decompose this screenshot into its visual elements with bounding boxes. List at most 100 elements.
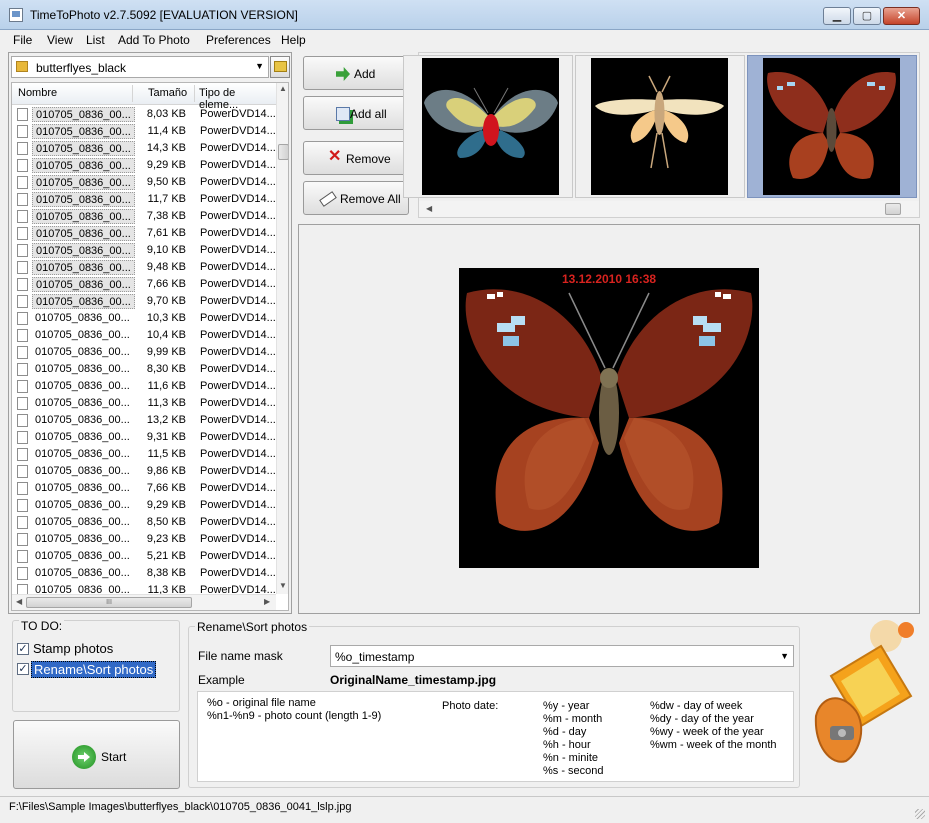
file-row[interactable]: 010705_0836_00... 11,4 KB PowerDVD14...	[12, 123, 276, 140]
thumbnail-3-selected[interactable]	[747, 55, 917, 198]
maximize-button[interactable]: ▢	[853, 7, 881, 25]
file-row[interactable]: 010705_0836_00... 7,66 KB PowerDVD14...	[12, 480, 276, 497]
browse-folder-button[interactable]	[270, 56, 290, 78]
menu-add-to-photo[interactable]: Add To Photo	[118, 33, 190, 47]
file-row[interactable]: 010705_0836_00... 5,21 KB PowerDVD14...	[12, 548, 276, 565]
hscroll-thumb[interactable]: III	[26, 597, 192, 608]
help-line: %d - day	[543, 726, 587, 738]
file-row[interactable]: 010705_0836_00... 9,10 KB PowerDVD14...	[12, 242, 276, 259]
file-row[interactable]: 010705_0836_00... 8,03 KB PowerDVD14...	[12, 106, 276, 123]
chevron-down-icon[interactable]: ▼	[255, 61, 264, 71]
remove-all-button[interactable]: Remove All	[303, 181, 409, 215]
stamp-photos-checkbox[interactable]: ✓	[17, 643, 29, 655]
vertical-scrollbar[interactable]: ▲ ▼	[276, 83, 288, 594]
thumbnail-1[interactable]	[403, 55, 573, 198]
file-name: 010705_0836_00...	[35, 346, 130, 358]
file-row[interactable]: 010705_0836_00... 9,29 KB PowerDVD14...	[12, 497, 276, 514]
file-name-mask-select[interactable]: %o_timestamp ▼	[330, 645, 794, 667]
menu-view[interactable]: View	[47, 33, 73, 47]
file-row[interactable]: 010705_0836_00... 9,50 KB PowerDVD14...	[12, 174, 276, 191]
thumbnail-scroll-thumb[interactable]	[885, 203, 901, 215]
help-line: %n1-%n9 - photo count (length 1-9)	[207, 710, 382, 722]
file-row[interactable]: 010705_0836_00... 11,3 KB PowerDVD14...	[12, 395, 276, 412]
file-size: 14,3 KB	[146, 142, 186, 154]
file-row[interactable]: 010705_0836_00... 7,38 KB PowerDVD14...	[12, 208, 276, 225]
add-all-button[interactable]: Add all	[303, 96, 409, 130]
chevron-down-icon[interactable]: ▼	[780, 651, 789, 661]
file-type: PowerDVD14...	[200, 482, 276, 494]
rename-sort-checkbox[interactable]: ✓	[17, 663, 29, 675]
file-row[interactable]: 010705_0836_00... 10,4 KB PowerDVD14...	[12, 327, 276, 344]
file-row[interactable]: 010705_0836_00... 13,2 KB PowerDVD14...	[12, 412, 276, 429]
file-row[interactable]: 010705_0836_00... 11,6 KB PowerDVD14...	[12, 378, 276, 395]
file-name: 010705_0836_00...	[35, 550, 130, 562]
file-type: PowerDVD14...	[200, 210, 276, 222]
file-type: PowerDVD14...	[200, 278, 276, 290]
file-icon	[17, 125, 28, 138]
file-row[interactable]: 010705_0836_00... 11,7 KB PowerDVD14...	[12, 191, 276, 208]
file-list[interactable]: Nombre Tamaño Tipo de eleme... 010705_08…	[11, 82, 289, 611]
file-icon	[17, 431, 28, 444]
file-size: 9,29 KB	[146, 159, 186, 171]
file-row[interactable]: 010705_0836_00... 9,70 KB PowerDVD14...	[12, 293, 276, 310]
scroll-up-icon[interactable]: ▲	[279, 84, 287, 93]
file-row[interactable]: 010705_0836_00... 9,23 KB PowerDVD14...	[12, 531, 276, 548]
thumbnail-2[interactable]	[575, 55, 745, 198]
file-icon	[17, 210, 28, 223]
scroll-left-icon[interactable]: ◀	[426, 204, 432, 213]
file-name: 010705_0836_00...	[32, 260, 135, 275]
file-row[interactable]: 010705_0836_00... 7,66 KB PowerDVD14...	[12, 276, 276, 293]
file-size: 10,3 KB	[146, 312, 186, 324]
todo-group: TO DO: ✓ Stamp photos ✓ Rename\Sort phot…	[12, 619, 180, 712]
file-type: PowerDVD14...	[200, 397, 276, 409]
menu-file[interactable]: File	[13, 33, 32, 47]
menu-help[interactable]: Help	[281, 33, 306, 47]
file-icon	[17, 414, 28, 427]
scroll-thumb[interactable]	[278, 144, 288, 160]
file-row[interactable]: 010705_0836_00... 9,29 KB PowerDVD14...	[12, 157, 276, 174]
file-row[interactable]: 010705_0836_00... 8,50 KB PowerDVD14...	[12, 514, 276, 531]
menu-list[interactable]: List	[86, 33, 105, 47]
file-type: PowerDVD14...	[200, 380, 276, 392]
file-row[interactable]: 010705_0836_00... 14,3 KB PowerDVD14...	[12, 140, 276, 157]
file-row[interactable]: 010705_0836_00... 7,61 KB PowerDVD14...	[12, 225, 276, 242]
file-row[interactable]: 010705_0836_00... 9,31 KB PowerDVD14...	[12, 429, 276, 446]
menu-preferences[interactable]: Preferences	[206, 33, 271, 47]
scroll-right-icon[interactable]: ▶	[264, 597, 270, 606]
folder-select[interactable]: butterflyes_black ▼	[11, 56, 269, 78]
file-row[interactable]: 010705_0836_00... 9,86 KB PowerDVD14...	[12, 463, 276, 480]
file-name: 010705_0836_00...	[32, 209, 135, 224]
scroll-down-icon[interactable]: ▼	[279, 581, 287, 590]
file-type: PowerDVD14...	[200, 176, 276, 188]
column-size[interactable]: Tamaño	[148, 87, 187, 99]
folder-name: butterflyes_black	[36, 61, 127, 75]
close-button[interactable]: ✕	[883, 7, 920, 25]
eraser-icon	[319, 191, 337, 207]
file-row[interactable]: 010705_0836_00... 8,30 KB PowerDVD14...	[12, 361, 276, 378]
column-name[interactable]: Nombre	[18, 87, 57, 99]
rename-sort-label[interactable]: Rename\Sort photos	[31, 661, 157, 678]
file-name: 010705_0836_00...	[35, 397, 130, 409]
file-row[interactable]: 010705_0836_00... 10,3 KB PowerDVD14...	[12, 310, 276, 327]
file-type: PowerDVD14...	[200, 431, 276, 443]
thumbnail-scrollbar[interactable]: ◀	[419, 201, 919, 217]
file-row[interactable]: 010705_0836_00... 8,38 KB PowerDVD14...	[12, 565, 276, 582]
status-path: F:\Files\Sample Images\butterflyes_black…	[9, 801, 352, 813]
file-size: 9,29 KB	[146, 499, 186, 511]
remove-button[interactable]: ✕ Remove	[303, 141, 409, 175]
file-type: PowerDVD14...	[200, 465, 276, 477]
horizontal-scrollbar[interactable]: ◀ III ▶	[12, 594, 276, 610]
file-name: 010705_0836_00...	[35, 312, 130, 324]
file-row[interactable]: 010705_0836_00... 9,48 KB PowerDVD14...	[12, 259, 276, 276]
minimize-button[interactable]: ▁	[823, 7, 851, 25]
help-line: %h - hour	[543, 739, 591, 751]
file-size: 9,23 KB	[146, 533, 186, 545]
add-button[interactable]: Add	[303, 56, 409, 90]
file-row[interactable]: 010705_0836_00... 9,99 KB PowerDVD14...	[12, 344, 276, 361]
scroll-left-icon[interactable]: ◀	[16, 597, 22, 606]
start-button[interactable]: Start	[13, 720, 180, 789]
resize-grip-icon[interactable]	[915, 809, 925, 819]
file-row[interactable]: 010705_0836_00... 11,5 KB PowerDVD14...	[12, 446, 276, 463]
stamp-photos-label[interactable]: Stamp photos	[33, 641, 113, 656]
remove-label: Remove	[346, 152, 391, 166]
